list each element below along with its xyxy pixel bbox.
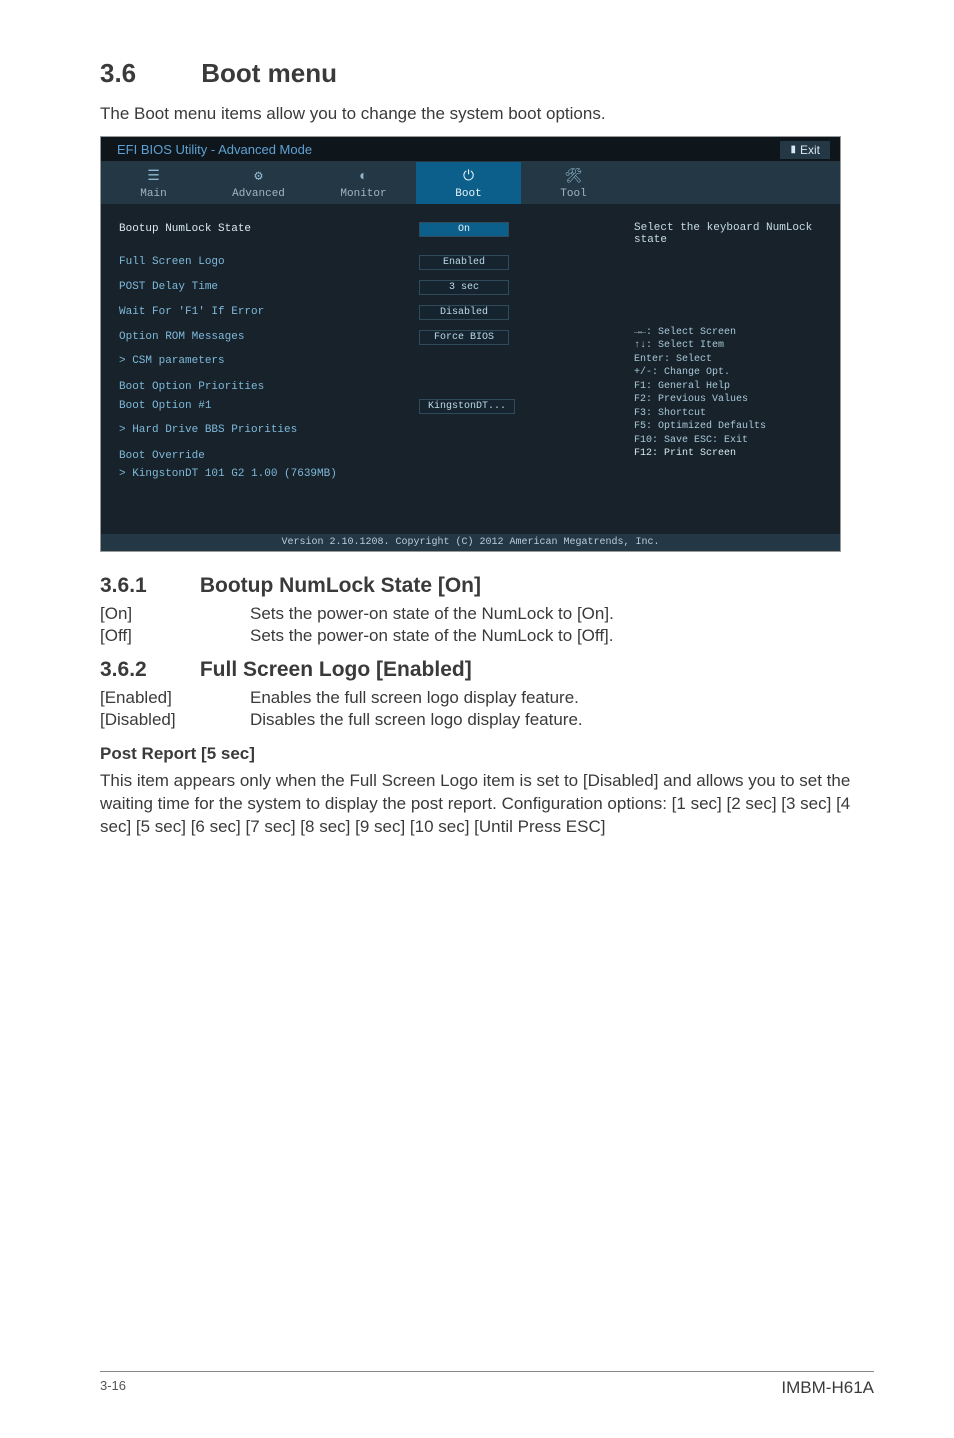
row-optrom[interactable]: Option ROM Messages Force BIOS bbox=[119, 330, 604, 345]
tab-tool[interactable]: 🛠 Tool bbox=[521, 162, 626, 204]
post-report-heading: Post Report [5 sec] bbox=[100, 744, 874, 764]
section-number: 3.6 bbox=[100, 58, 194, 89]
subsection-362-title: Full Screen Logo [Enabled] bbox=[200, 658, 472, 681]
tab-main[interactable]: ☰ Main bbox=[101, 162, 206, 204]
numlock-value[interactable]: On bbox=[419, 222, 509, 237]
row-postdelay[interactable]: POST Delay Time 3 sec bbox=[119, 280, 604, 295]
subsection-361-heading: 3.6.1 Bootup NumLock State [On] bbox=[100, 574, 874, 598]
list-icon: ☰ bbox=[101, 168, 206, 186]
bootopt1-label: Boot Option #1 bbox=[119, 400, 419, 412]
bios-tabs: ☰ Main ⚙ Advanced ◐ Monitor ⏻ Boot 🛠 Too… bbox=[101, 162, 840, 204]
key-change-opt: +/-: Change Opt. bbox=[634, 366, 828, 380]
row-numlock[interactable]: Bootup NumLock State On bbox=[119, 222, 604, 237]
tab-tool-label: Tool bbox=[560, 188, 586, 200]
section-heading: 3.6 Boot menu bbox=[100, 58, 874, 89]
key-select-item: ↑↓: Select Item bbox=[634, 339, 828, 353]
key-f2: F2: Previous Values bbox=[634, 393, 828, 407]
key-f1: F1: General Help bbox=[634, 380, 828, 394]
page-footer: 3-16 IMBM-H61A bbox=[100, 1371, 874, 1398]
power-icon: ⏻ bbox=[416, 168, 521, 186]
hd-bbs-link[interactable]: Hard Drive BBS Priorities bbox=[119, 424, 604, 436]
tab-advanced-label: Advanced bbox=[232, 188, 285, 200]
kv-value: Sets the power-on state of the NumLock t… bbox=[250, 626, 874, 646]
waitf1-value[interactable]: Disabled bbox=[419, 305, 509, 320]
section-intro: The Boot menu items allow you to change … bbox=[100, 103, 874, 126]
bios-body: Bootup NumLock State On Full Screen Logo… bbox=[101, 204, 840, 534]
subsection-361-num: 3.6.1 bbox=[100, 574, 194, 598]
boot-priorities-header: Boot Option Priorities bbox=[119, 381, 604, 393]
exit-label: Exit bbox=[800, 143, 820, 157]
gear-icon: ⚙ bbox=[206, 168, 311, 186]
optrom-label: Option ROM Messages bbox=[119, 331, 419, 343]
row-fullscreen[interactable]: Full Screen Logo Enabled bbox=[119, 255, 604, 270]
kv-key: [On] bbox=[100, 604, 250, 624]
tab-monitor-label: Monitor bbox=[340, 188, 386, 200]
key-f10: F10: Save ESC: Exit bbox=[634, 434, 828, 448]
postdelay-value[interactable]: 3 sec bbox=[419, 280, 509, 295]
bootopt1-value[interactable]: KingstonDT... bbox=[419, 399, 515, 414]
key-enter: Enter: Select bbox=[634, 353, 828, 367]
subsection-362-heading: 3.6.2 Full Screen Logo [Enabled] bbox=[100, 658, 874, 682]
kv-key: [Enabled] bbox=[100, 688, 250, 708]
bios-title: EFI BIOS Utility - Advanced Mode bbox=[117, 142, 312, 157]
fullscreen-label: Full Screen Logo bbox=[119, 256, 419, 268]
section-title: Boot menu bbox=[201, 58, 337, 88]
help-keys: →←: Select Screen ↑↓: Select Item Enter:… bbox=[634, 326, 828, 461]
optrom-value[interactable]: Force BIOS bbox=[419, 330, 509, 345]
kv-value: Sets the power-on state of the NumLock t… bbox=[250, 604, 874, 624]
key-f3: F3: Shortcut bbox=[634, 407, 828, 421]
tab-advanced[interactable]: ⚙ Advanced bbox=[206, 162, 311, 204]
csm-parameters-link[interactable]: CSM parameters bbox=[119, 355, 604, 367]
boot-override-header: Boot Override bbox=[119, 450, 604, 462]
fullscreen-value[interactable]: Enabled bbox=[419, 255, 509, 270]
tool-icon: 🛠 bbox=[521, 168, 626, 186]
kv-row: [Enabled] Enables the full screen logo d… bbox=[100, 688, 874, 708]
kv-key: [Off] bbox=[100, 626, 250, 646]
key-f12: F12: Print Screen bbox=[634, 447, 828, 461]
tab-boot[interactable]: ⏻ Boot bbox=[416, 162, 521, 204]
help-text: Select the keyboard NumLock state bbox=[634, 222, 828, 246]
kv-row: [Off] Sets the power-on state of the Num… bbox=[100, 626, 874, 646]
bios-right-pane: Select the keyboard NumLock state →←: Se… bbox=[622, 204, 840, 534]
override-item[interactable]: KingstonDT 101 G2 1.00 (7639MB) bbox=[119, 468, 604, 480]
model-name: IMBM-H61A bbox=[781, 1378, 874, 1398]
tab-boot-label: Boot bbox=[455, 188, 481, 200]
override-item-label: KingstonDT 101 G2 1.00 (7639MB) bbox=[132, 468, 337, 480]
kv-row: [On] Sets the power-on state of the NumL… bbox=[100, 604, 874, 624]
key-select-screen: →←: Select Screen bbox=[634, 326, 828, 340]
kv-value: Enables the full screen logo display fea… bbox=[250, 688, 874, 708]
kv-value: Disables the full screen logo display fe… bbox=[250, 710, 874, 730]
row-bootopt1[interactable]: Boot Option #1 KingstonDT... bbox=[119, 399, 604, 414]
tab-main-label: Main bbox=[140, 188, 166, 200]
subsection-361-title: Bootup NumLock State [On] bbox=[200, 574, 481, 597]
bios-version-footer: Version 2.10.1208. Copyright (C) 2012 Am… bbox=[101, 534, 840, 551]
hd-bbs-label: Hard Drive BBS Priorities bbox=[132, 424, 297, 436]
postdelay-label: POST Delay Time bbox=[119, 281, 419, 293]
gauge-icon: ◐ bbox=[311, 168, 416, 186]
subsection-362-num: 3.6.2 bbox=[100, 658, 194, 682]
bios-left-pane: Bootup NumLock State On Full Screen Logo… bbox=[101, 204, 622, 534]
page-number: 3-16 bbox=[100, 1378, 126, 1398]
bios-screenshot: EFI BIOS Utility - Advanced Mode Exit ☰ … bbox=[100, 136, 841, 552]
csm-label: CSM parameters bbox=[132, 355, 224, 367]
numlock-label: Bootup NumLock State bbox=[119, 223, 419, 235]
waitf1-label: Wait For 'F1' If Error bbox=[119, 306, 419, 318]
key-f5: F5: Optimized Defaults bbox=[634, 420, 828, 434]
post-report-body: This item appears only when the Full Scr… bbox=[100, 770, 874, 839]
tab-monitor[interactable]: ◐ Monitor bbox=[311, 162, 416, 204]
row-waitf1[interactable]: Wait For 'F1' If Error Disabled bbox=[119, 305, 604, 320]
exit-button[interactable]: Exit bbox=[780, 141, 830, 159]
bios-titlebar: EFI BIOS Utility - Advanced Mode Exit bbox=[101, 137, 840, 162]
kv-row: [Disabled] Disables the full screen logo… bbox=[100, 710, 874, 730]
kv-key: [Disabled] bbox=[100, 710, 250, 730]
